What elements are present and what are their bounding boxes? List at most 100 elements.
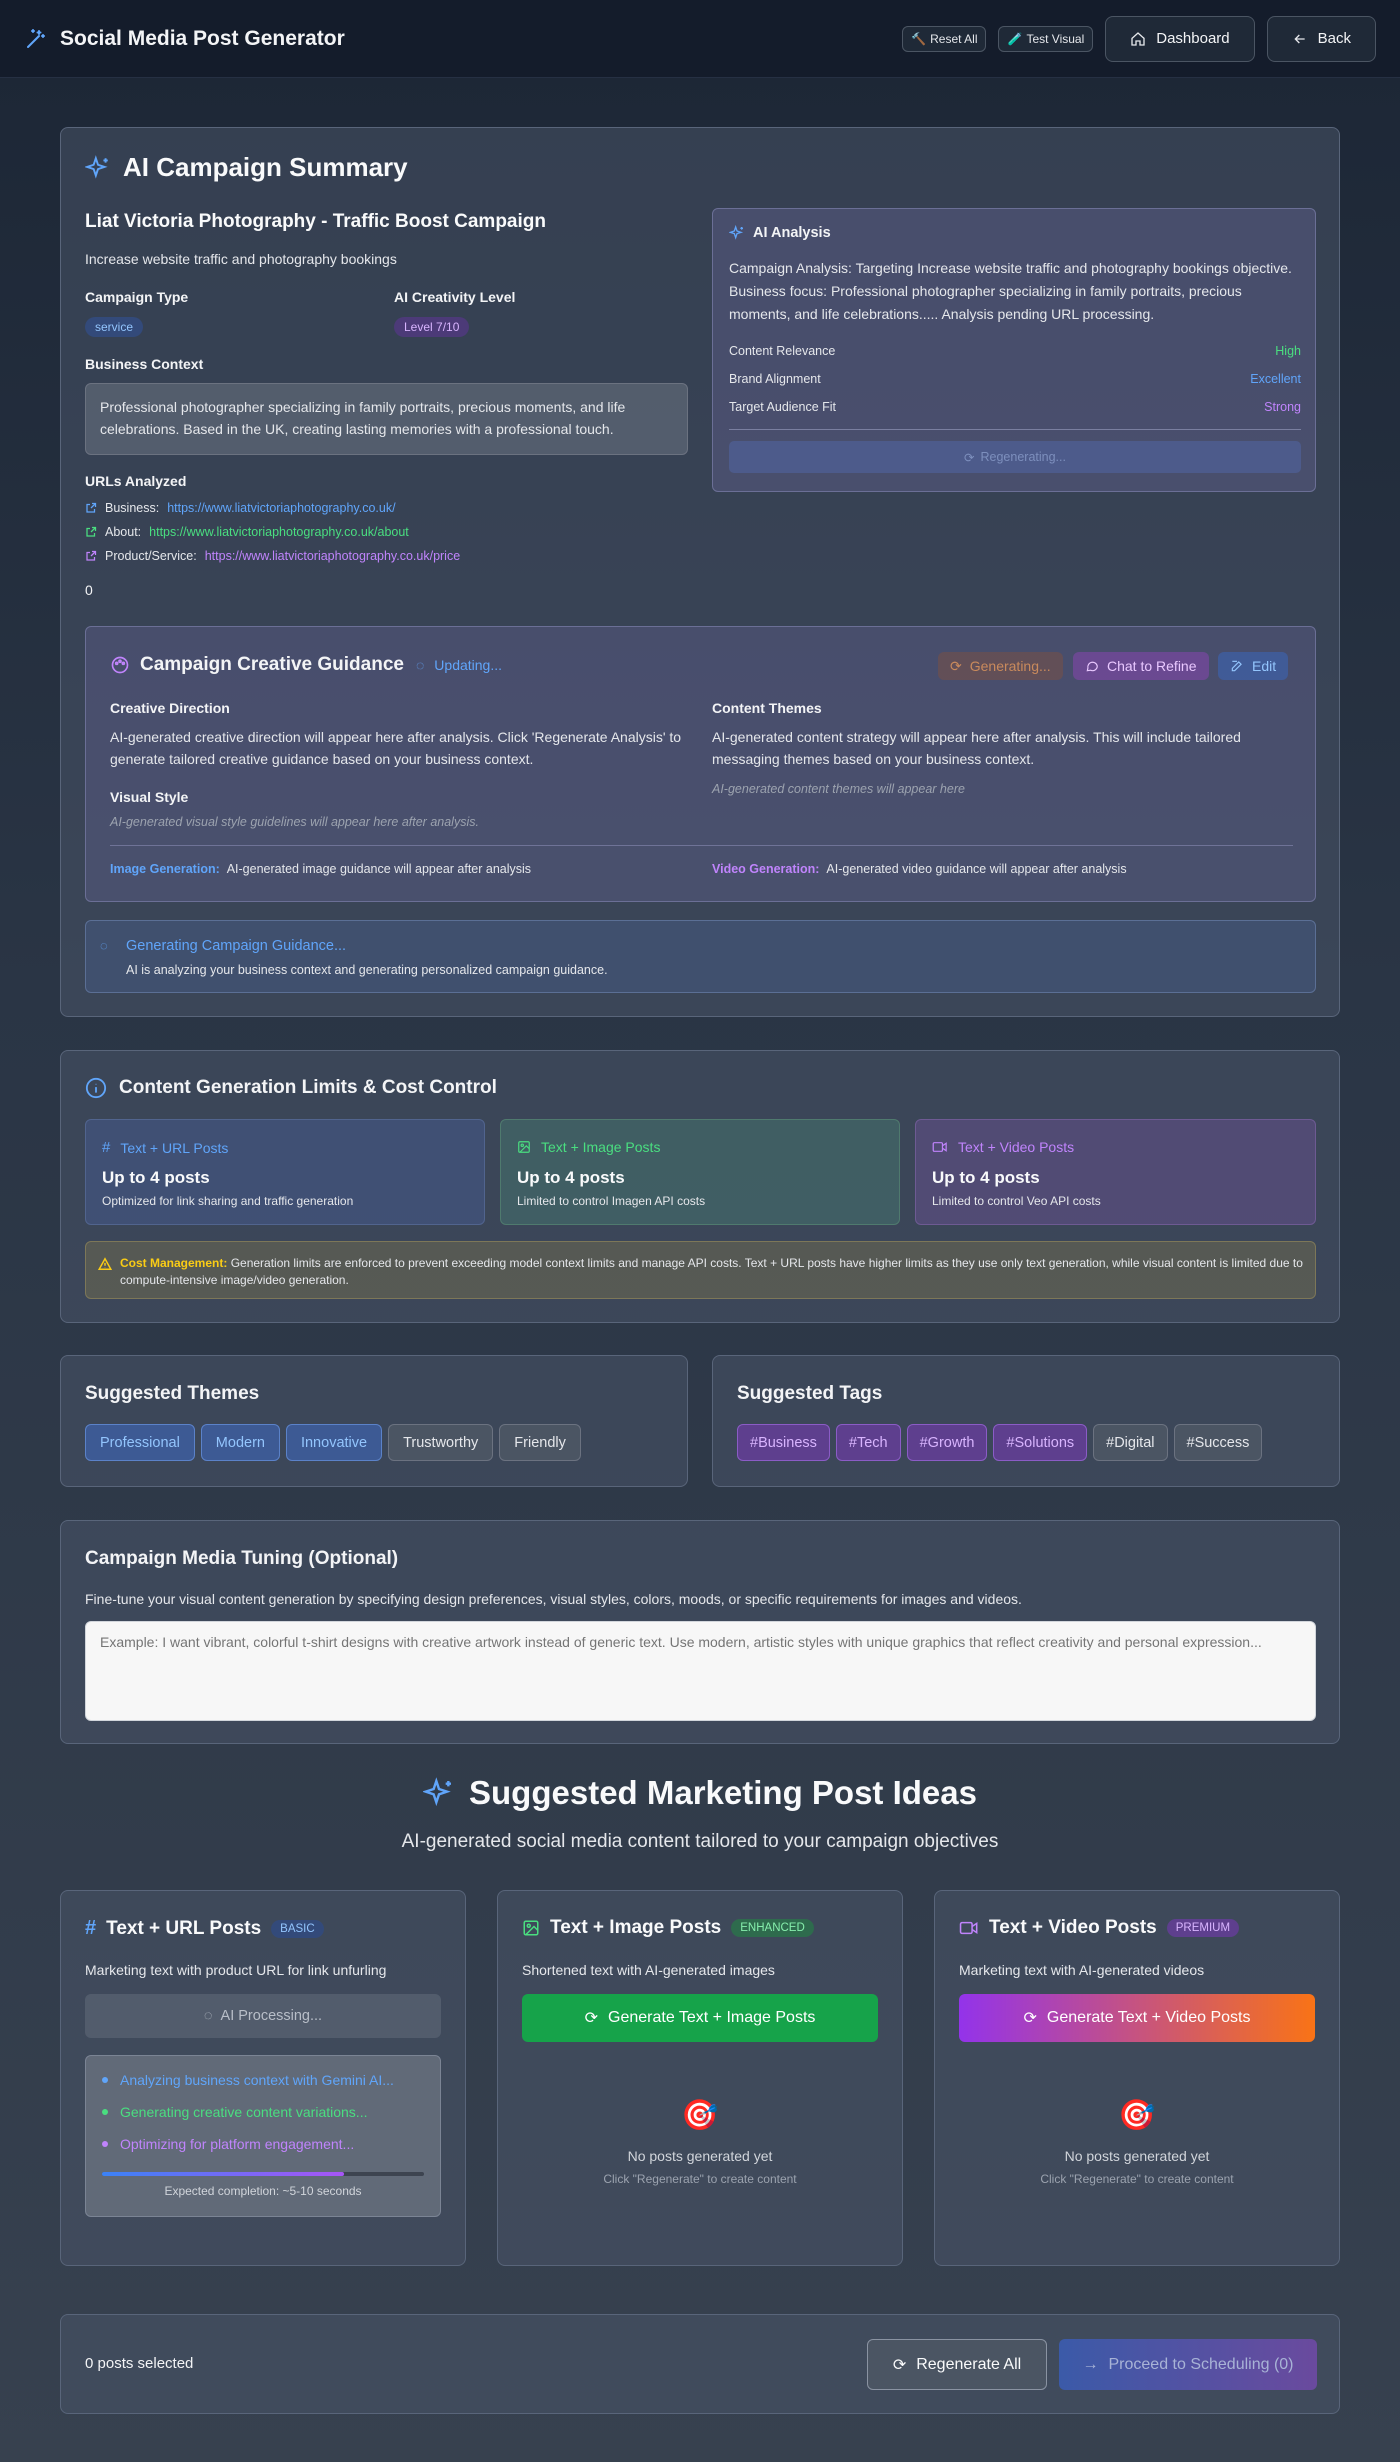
theme-chip[interactable]: Modern bbox=[200, 1424, 280, 1461]
product-url-link[interactable]: https://www.liatvictoriaphotography.co.u… bbox=[205, 549, 460, 563]
eta-text: Expected completion: ~5-10 seconds bbox=[164, 2184, 362, 2198]
empty-state-hint: Click "Regenerate" to create content bbox=[1040, 2172, 1234, 2186]
divider bbox=[110, 845, 1293, 846]
theme-chip[interactable]: Friendly bbox=[499, 1424, 581, 1461]
content-themes-placeholder: AI-generated content themes will appear … bbox=[712, 782, 965, 796]
dashboard-button[interactable]: Dashboard bbox=[1105, 15, 1255, 62]
ai-analysis-box: AI Analysis Campaign Analysis: Targeting… bbox=[712, 208, 1316, 492]
reset-all-button[interactable]: 🔨 Reset All bbox=[902, 25, 987, 52]
limit-card-url: # Text + URL Posts Up to 4 posts Optimize… bbox=[85, 1119, 485, 1225]
theme-chip[interactable]: Professional bbox=[85, 1424, 195, 1461]
content-themes-text: AI-generated content strategy will appea… bbox=[712, 729, 1241, 767]
content-themes-label: Content Themes bbox=[712, 700, 822, 716]
themes-list: Professional Modern Innovative Trustwort… bbox=[85, 1424, 587, 1461]
metric-name: Brand Alignment bbox=[729, 372, 821, 386]
themes-heading: Suggested Themes bbox=[85, 1383, 260, 1404]
tags-list: #Business #Tech #Growth #Solutions #Digi… bbox=[737, 1424, 1268, 1461]
creative-guidance-box: Campaign Creative Guidance ◌ Updating...… bbox=[85, 626, 1316, 902]
empty-state-text: No posts generated yet bbox=[1064, 2148, 1210, 2164]
sparkles-icon bbox=[423, 1777, 452, 1807]
refresh-icon: ⟳ bbox=[950, 657, 962, 674]
processing-step: Optimizing for platform engagement... bbox=[102, 2136, 354, 2152]
step-text: Analyzing business context with Gemini A… bbox=[120, 2072, 394, 2088]
generating-button[interactable]: ⟳ Generating... bbox=[938, 652, 1063, 680]
target-icon: 🎯 bbox=[681, 2099, 719, 2132]
visual-style-label: Visual Style bbox=[110, 789, 189, 805]
posts-selected-count: 0 posts selected bbox=[85, 2355, 194, 2372]
proceed-to-scheduling-button[interactable]: → Proceed to Scheduling (0) bbox=[1059, 2339, 1317, 2390]
metric-value: Excellent bbox=[1250, 372, 1301, 386]
visual-style-text: AI-generated visual style guidelines wil… bbox=[110, 815, 479, 829]
sparkles-icon bbox=[85, 154, 108, 179]
refresh-icon: ⟳ bbox=[964, 450, 975, 465]
progress-track bbox=[102, 2172, 424, 2176]
url-label: Product/Service: bbox=[105, 549, 197, 563]
theme-chip[interactable]: Innovative bbox=[285, 1424, 383, 1461]
warning-icon bbox=[98, 1257, 112, 1270]
tag-chip[interactable]: #Solutions bbox=[993, 1424, 1088, 1461]
bullet-dot bbox=[102, 2077, 108, 2083]
tag-chip[interactable]: #Growth bbox=[906, 1424, 988, 1461]
business-context-label: Business Context bbox=[85, 356, 204, 372]
regenerate-all-button[interactable]: ⟳ Regenerate All bbox=[867, 2339, 1047, 2390]
count-value: 0 bbox=[85, 582, 93, 598]
about-url-link[interactable]: https://www.liatvictoriaphotography.co.u… bbox=[149, 525, 409, 539]
campaign-objective: Increase website traffic and photography… bbox=[85, 251, 397, 267]
tag-chip[interactable]: #Business bbox=[737, 1424, 830, 1461]
image-gen-label: Image Generation: bbox=[110, 862, 220, 876]
guidance-status: Updating... bbox=[434, 657, 503, 673]
media-tuning-input[interactable] bbox=[85, 1621, 1316, 1721]
ideas-heading: Suggested Marketing Post Ideas bbox=[469, 1774, 977, 1811]
spinner-icon: ◌ bbox=[100, 938, 108, 953]
generate-image-posts-button[interactable]: ⟳ Generate Text + Image Posts bbox=[522, 1994, 878, 2042]
video-posts-card: Text + Video Posts PREMIUM Marketing tex… bbox=[934, 1890, 1340, 2266]
urls-label: URLs Analyzed bbox=[85, 473, 187, 489]
metric-row: Content Relevance High bbox=[729, 337, 1301, 365]
image-icon bbox=[523, 1920, 539, 1936]
refresh-icon: ⟳ bbox=[1023, 2010, 1037, 2027]
back-button[interactable]: Back bbox=[1266, 15, 1376, 62]
proceed-label: Proceed to Scheduling (0) bbox=[1108, 2355, 1294, 2373]
theme-chip[interactable]: Trustworthy bbox=[388, 1424, 494, 1461]
creativity-badge: Level 7/10 bbox=[394, 317, 470, 337]
limit-card-video: Text + Video Posts Up to 4 posts Limited… bbox=[915, 1119, 1316, 1225]
metric-row: Brand Alignment Excellent bbox=[729, 365, 1301, 393]
regenerating-button[interactable]: ⟳ Regenerating... bbox=[729, 441, 1301, 473]
video-gen-label: Video Generation: bbox=[712, 862, 820, 876]
limit-card-desc: Limited to control Imagen API costs bbox=[517, 1194, 706, 1208]
refresh-icon: ⟳ bbox=[892, 2356, 907, 2374]
metric-name: Content Relevance bbox=[729, 344, 836, 358]
limit-card-title: Text + Image Posts bbox=[541, 1139, 661, 1155]
enhanced-badge: ENHANCED bbox=[731, 1919, 814, 1937]
limit-card-value: Up to 4 posts bbox=[517, 1168, 625, 1187]
metric-value: Strong bbox=[1264, 400, 1301, 414]
business-context-text: Professional photographer specializing i… bbox=[85, 383, 688, 455]
media-tuning-heading: Campaign Media Tuning (Optional) bbox=[85, 1548, 399, 1569]
sparkles-icon bbox=[729, 225, 744, 240]
campaign-type-badge: service bbox=[85, 317, 144, 337]
cost-note-text: Generation limits are enforced to preven… bbox=[120, 1256, 1303, 1287]
test-visual-button[interactable]: 🧪 Test Visual bbox=[998, 25, 1094, 52]
external-link-icon bbox=[86, 550, 97, 561]
edit-button[interactable]: Edit bbox=[1218, 652, 1289, 680]
hammer-icon: 🔨 bbox=[911, 31, 927, 46]
ai-processing-button[interactable]: ◌ AI Processing... bbox=[85, 1994, 441, 2038]
tag-chip[interactable]: #Tech bbox=[835, 1424, 901, 1461]
edit-icon bbox=[1231, 660, 1242, 672]
campaign-type-label: Campaign Type bbox=[85, 289, 189, 305]
limit-card-value: Up to 4 posts bbox=[102, 1168, 210, 1187]
info-icon bbox=[85, 1077, 107, 1099]
processing-step: Generating creative content variations..… bbox=[102, 2104, 367, 2120]
bullet-dot bbox=[102, 2109, 108, 2115]
url-posts-title: Text + URL Posts bbox=[106, 1917, 262, 1939]
processing-steps-box: Analyzing business context with Gemini A… bbox=[85, 2055, 441, 2217]
video-posts-desc: Marketing text with AI-generated videos bbox=[959, 1962, 1205, 1978]
generate-video-posts-button[interactable]: ⟳ Generate Text + Video Posts bbox=[959, 1994, 1315, 2042]
chat-to-refine-button[interactable]: Chat to Refine bbox=[1073, 652, 1209, 680]
business-url-link[interactable]: https://www.liatvictoriaphotography.co.u… bbox=[167, 501, 395, 515]
tag-chip[interactable]: #Digital bbox=[1093, 1424, 1168, 1461]
creative-direction-text: AI-generated creative direction will app… bbox=[110, 729, 682, 767]
url-label: About: bbox=[105, 525, 142, 539]
tag-chip[interactable]: #Success bbox=[1173, 1424, 1263, 1461]
app-header: Social Media Post Generator 🔨 Reset All 🧪… bbox=[0, 0, 1400, 78]
